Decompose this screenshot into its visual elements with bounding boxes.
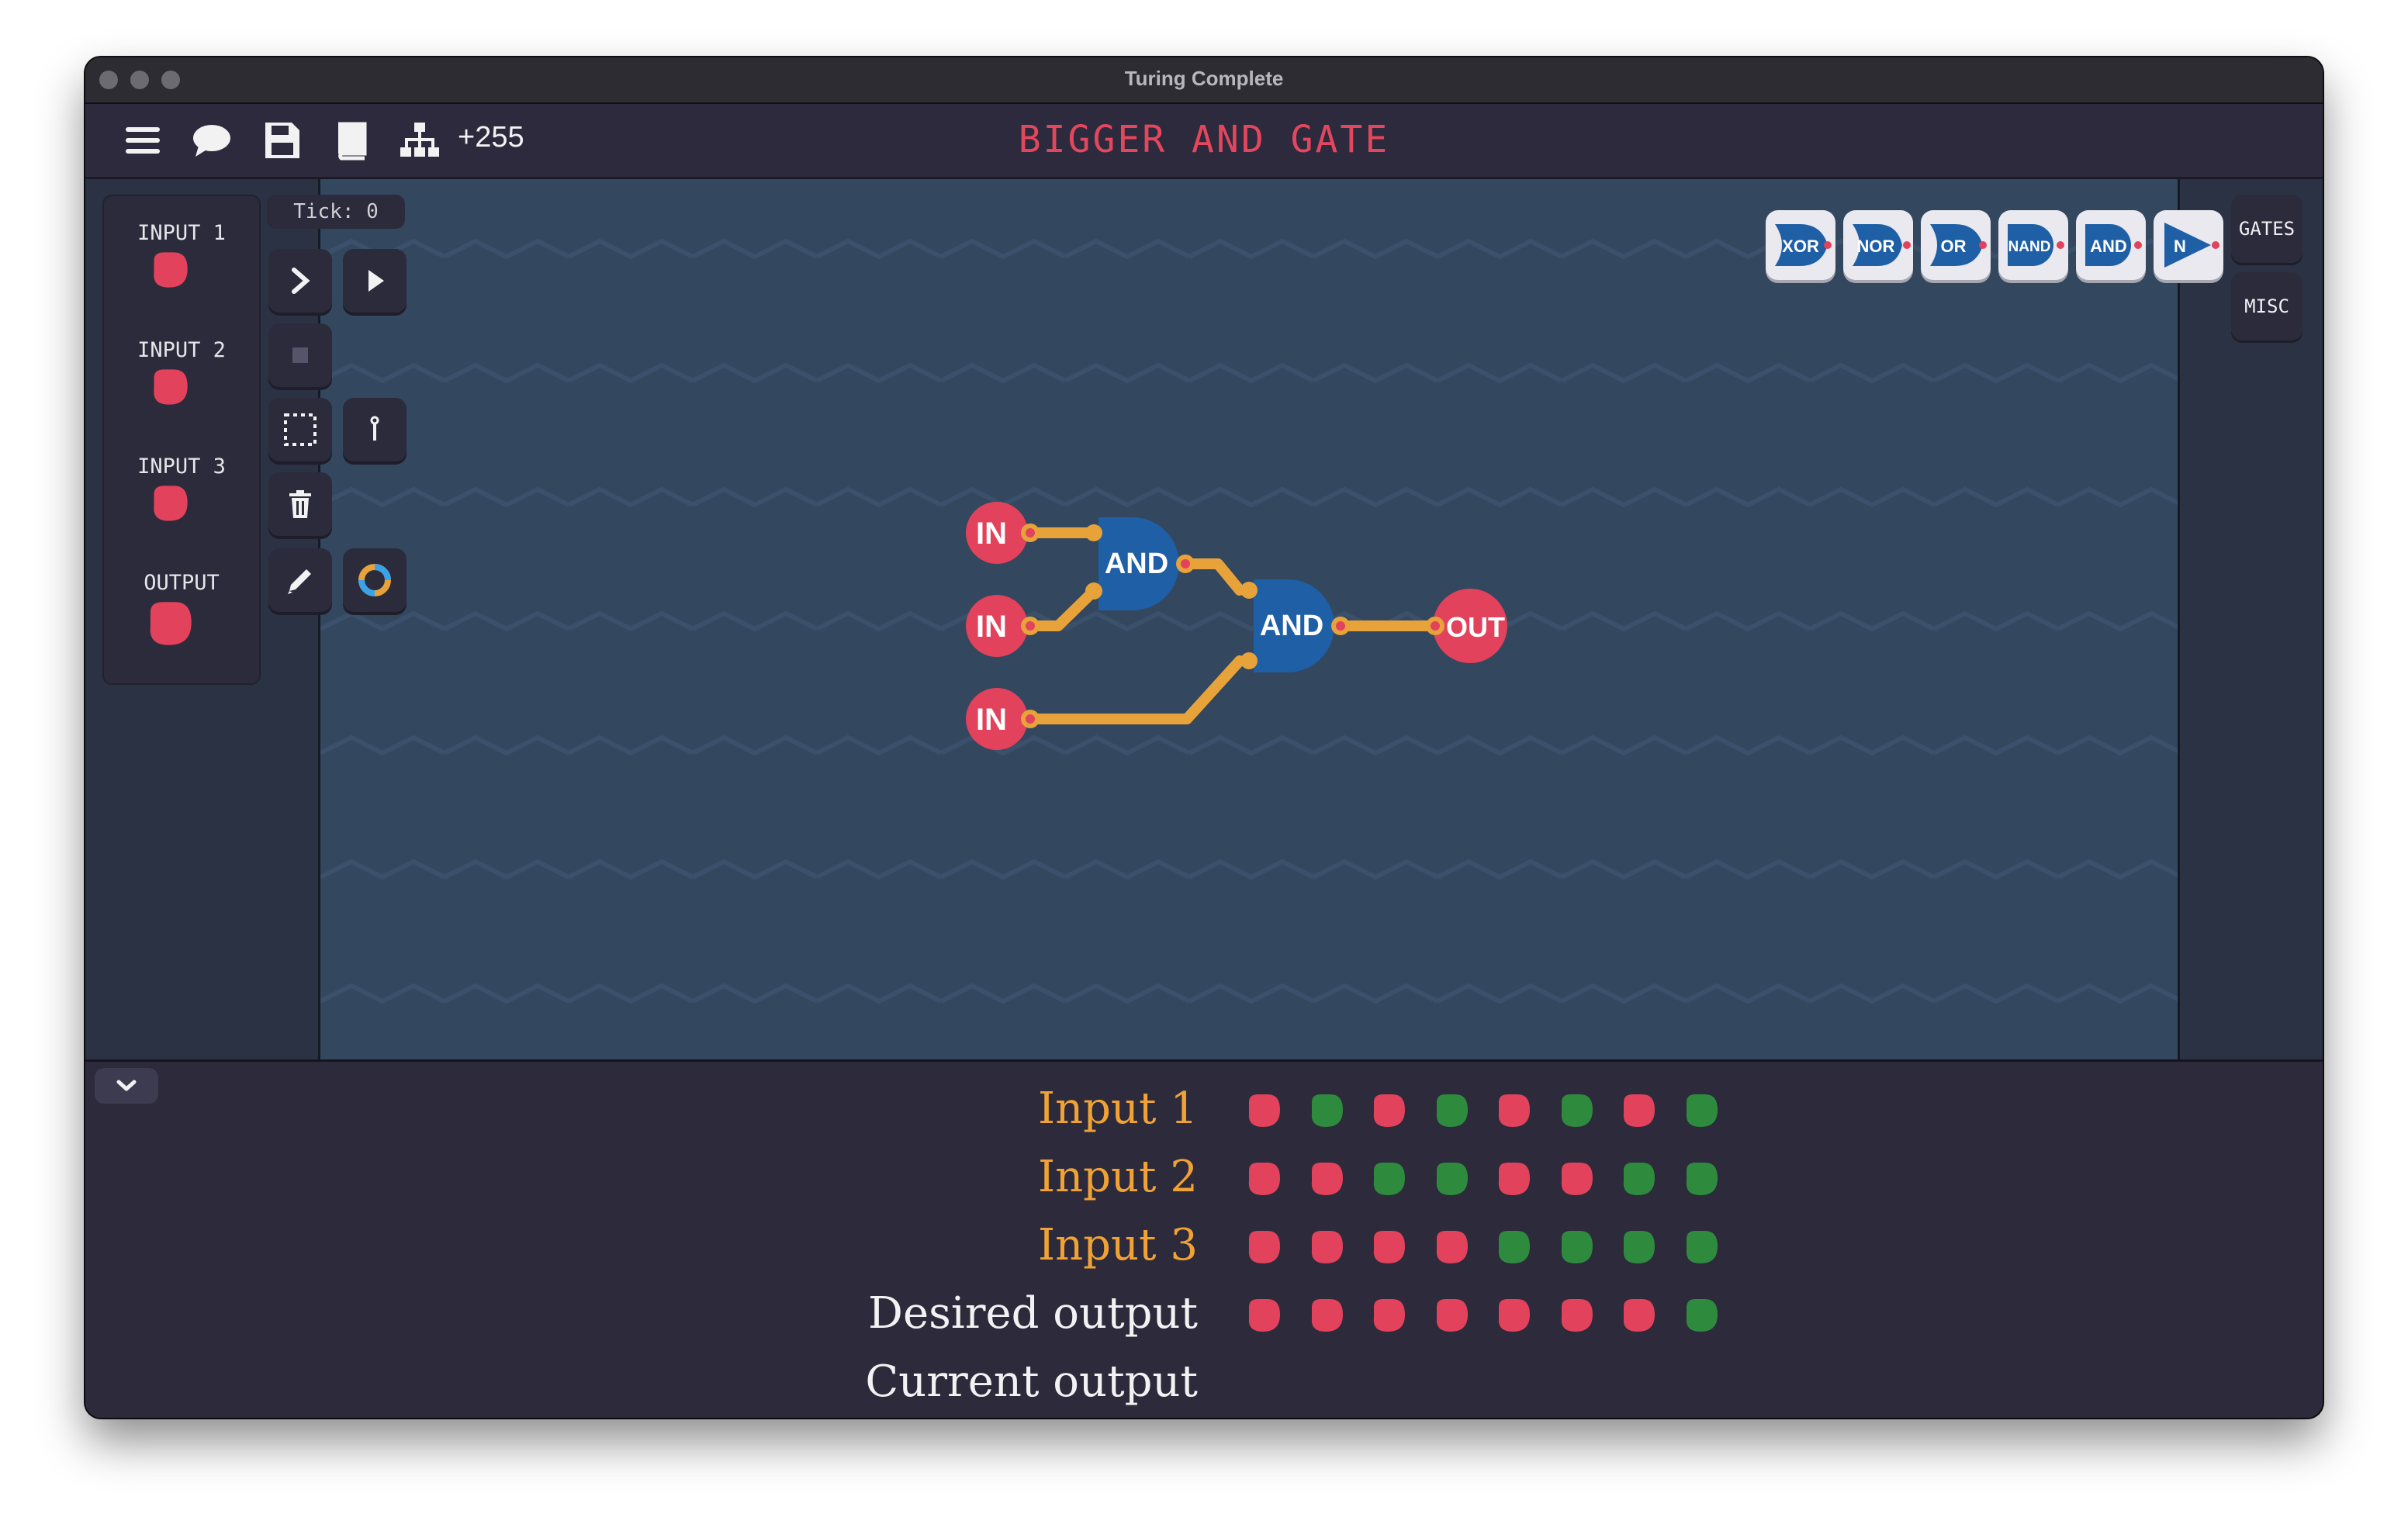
truth-cell [1686,1094,1718,1127]
window-title: Turing Complete [1124,67,1284,90]
row-label-input-1: Input 1 [1037,1083,1198,1134]
truth-cell [1623,1299,1655,1332]
input-node-3[interactable]: IN [966,688,1040,750]
truth-cell [1498,1231,1530,1263]
truth-cell [1311,1299,1343,1332]
or-gate-icon: OR [1930,224,1987,266]
circuit-diagram: IN IN IN AND AND OUT [966,502,1507,750]
truth-cell [1436,1094,1468,1127]
truth-cell [1498,1299,1530,1332]
and-gate-1[interactable]: AND [1085,517,1195,610]
truth-cell [1248,1094,1280,1127]
title-bar: Turing Complete [85,57,2323,104]
truth-cell [1311,1163,1343,1195]
truth-cell [1373,1231,1405,1263]
row-label-current-output: Current output [865,1356,1198,1407]
truth-cell [1248,1231,1280,1263]
and-gate-icon: AND [2085,224,2142,266]
input-node-1-label: IN [976,517,1007,551]
app-window: Turing Complete +255 BIGGER AND GATE INP… [85,57,2323,1418]
nor-gate-label: NOR [1857,237,1895,256]
and-gate-1-label: AND [1105,548,1168,580]
truth-cell [1311,1094,1343,1127]
truth-cell [1561,1299,1593,1332]
palette-not-gate[interactable]: N [2154,210,2223,280]
input-node-2[interactable]: IN [966,595,1040,657]
truth-cell [1436,1299,1468,1332]
palette-nand-gate[interactable]: NAND [1998,210,2068,280]
top-toolbar: +255 BIGGER AND GATE [85,104,2323,179]
truth-cell [1248,1299,1280,1332]
wires [1026,527,1441,724]
palette-xor-gate[interactable]: XOR [1766,210,1835,280]
tab-gates[interactable]: GATES [2231,195,2302,263]
output-node[interactable]: OUT [1426,589,1507,663]
and-gate-2-label: AND [1260,610,1323,642]
truth-cell [1498,1094,1530,1127]
input-node-1[interactable]: IN [966,502,1040,564]
workspace: INPUT 1 INPUT 2 INPUT 3 OUTPUT Tick: 0 I… [85,179,2323,1059]
truth-cell [1686,1231,1718,1263]
truth-cell [1373,1163,1405,1195]
xor-gate-label: XOR [1782,237,1819,256]
truth-cell [1686,1163,1718,1195]
palette-nor-gate[interactable]: NOR [1843,210,1913,280]
truth-cell [1373,1299,1405,1332]
truth-cell [1436,1231,1468,1263]
truth-cell [1561,1094,1593,1127]
not-gate-label: N [2174,237,2186,256]
palette-and-gate[interactable]: AND [2076,210,2146,280]
nor-gate-icon: NOR [1853,224,1911,266]
not-gate-icon: N [2164,223,2219,268]
nand-gate-label: NAND [2008,239,2051,255]
xor-gate-icon: XOR [1775,224,1832,266]
truth-cell [1623,1163,1655,1195]
truth-cell [1248,1163,1280,1195]
chevron-down-icon [116,1080,137,1091]
row-label-input-2: Input 2 [1037,1152,1198,1202]
truth-table-panel: Input 1 Input 2 Input 3 Desired output C… [85,1059,2323,1418]
truth-cell [1373,1094,1405,1127]
input-node-2-label: IN [976,610,1007,644]
truth-cell [1561,1231,1593,1263]
truth-cell [1623,1094,1655,1127]
and-gate-2[interactable]: AND [1240,579,1350,672]
nand-gate-icon: NAND [2008,224,2064,266]
input-node-3-label: IN [976,703,1007,737]
truth-cell [1311,1231,1343,1263]
row-label-desired-output: Desired output [868,1288,1198,1339]
palette-or-gate[interactable]: OR [1921,210,1991,280]
truth-cell [1436,1163,1468,1195]
truth-cell [1623,1231,1655,1263]
row-label-input-3: Input 3 [1037,1220,1198,1270]
and-gate-label: AND [2090,237,2127,256]
collapse-panel-button[interactable] [95,1068,158,1104]
truth-cell [1498,1163,1530,1195]
or-gate-label: OR [1941,237,1967,256]
truth-cell [1561,1163,1593,1195]
output-node-label: OUT [1446,611,1505,643]
truth-cell [1686,1299,1718,1332]
tab-misc[interactable]: MISC [2231,272,2302,340]
level-title: BIGGER AND GATE [1018,118,1390,161]
